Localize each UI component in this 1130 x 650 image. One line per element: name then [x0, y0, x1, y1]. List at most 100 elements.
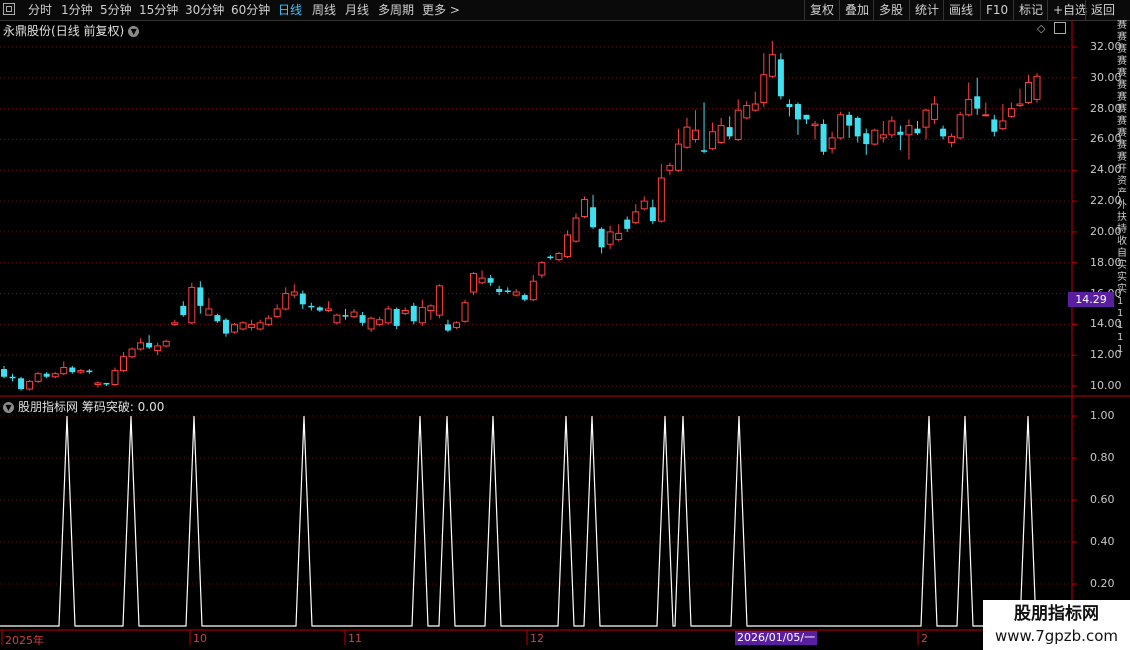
- candle-body: [393, 308, 400, 326]
- candle-body: [239, 322, 247, 330]
- candle-body: [879, 134, 887, 139]
- restore-window-icon[interactable]: [1054, 22, 1066, 34]
- candle-body: [768, 54, 776, 77]
- candle-body: [666, 165, 674, 171]
- candle-body: [51, 373, 59, 378]
- candle-body: [478, 277, 486, 284]
- candle-body: [43, 373, 50, 377]
- candle-body: [324, 308, 332, 311]
- candle-body: [854, 117, 861, 137]
- time-axis-label: 12: [530, 632, 544, 645]
- candle-body: [572, 217, 580, 242]
- candle-body: [94, 382, 102, 385]
- candle-body: [171, 322, 179, 325]
- dropdown-icon[interactable]: ▼: [128, 26, 140, 37]
- candle-body: [299, 293, 306, 305]
- candle-body: [487, 278, 494, 283]
- candle-body: [342, 315, 349, 317]
- candle-body: [205, 308, 213, 316]
- candle-body: [863, 133, 870, 145]
- candle-body: [598, 228, 605, 248]
- candle-body: [974, 96, 981, 109]
- candle-body: [120, 356, 128, 372]
- candle-body: [9, 376, 16, 379]
- candle-body: [496, 288, 503, 293]
- candle-body: [427, 305, 435, 311]
- candle-body: [256, 322, 264, 330]
- time-axis-label: 2: [921, 632, 928, 645]
- watermark-title: 股朋指标网: [1014, 604, 1099, 624]
- indicator-axis-label: 0.60: [1090, 493, 1115, 506]
- candle-body: [316, 307, 323, 311]
- candle-body: [470, 273, 478, 293]
- stock-name: 永鼎股份: [3, 24, 52, 38]
- candle-body: [401, 309, 409, 315]
- candle-body: [931, 103, 939, 120]
- candle-body: [760, 74, 768, 103]
- candle-body: [282, 293, 290, 310]
- candle-body: [69, 367, 76, 373]
- candle-body: [197, 287, 204, 306]
- candle-body: [128, 348, 136, 358]
- candle-body: [683, 126, 691, 148]
- candle-body: [18, 378, 25, 390]
- candle-body: [777, 59, 784, 97]
- candle-body: [581, 199, 589, 218]
- diamond-icon[interactable]: ◇: [1037, 22, 1045, 35]
- watermark: 股朋指标网 www.7gpzb.com: [983, 600, 1130, 650]
- candle-body: [529, 280, 537, 301]
- candle-body: [1, 369, 7, 377]
- candle-body: [649, 207, 656, 222]
- candle-body: [751, 103, 759, 111]
- candle-body: [837, 114, 845, 139]
- indicator-axis-label: 0.40: [1090, 535, 1115, 548]
- candle-body: [811, 123, 819, 127]
- side-info-strip: 赛赛赛赛赛赛赛赛赛赛赛赛开资产外扶持收自实实实1 1 1 1 1: [1117, 20, 1127, 355]
- candle-body: [290, 291, 298, 296]
- chart-area[interactable]: [0, 0, 1130, 650]
- candle-body: [640, 200, 648, 210]
- candle-body: [828, 137, 836, 150]
- indicator-line: [0, 415, 1068, 627]
- candle-body: [418, 306, 426, 324]
- indicator-dropdown-icon[interactable]: ▼: [3, 402, 14, 413]
- stock-title: 永鼎股份(日线 前复权) ▼: [3, 22, 140, 39]
- candle-body: [154, 345, 162, 352]
- candle-body: [717, 125, 725, 144]
- candle-body: [922, 109, 930, 128]
- candle-body: [965, 98, 973, 116]
- candle-body: [333, 314, 341, 324]
- candle-body: [701, 150, 708, 152]
- candle-body: [26, 380, 34, 390]
- candle-body: [384, 308, 392, 324]
- candle-body: [632, 211, 640, 224]
- chart-mode: (日线 前复权): [51, 24, 125, 38]
- candle-body: [991, 119, 998, 132]
- candle-body: [214, 315, 221, 322]
- candle-body: [606, 231, 614, 245]
- candle-body: [273, 308, 281, 318]
- candle-body: [1033, 75, 1041, 100]
- candle-body: [162, 340, 170, 347]
- candle-body: [111, 370, 119, 385]
- candle-body: [1016, 103, 1024, 107]
- candle-body: [265, 317, 273, 325]
- candle-body: [897, 131, 904, 135]
- candle-body: [786, 104, 793, 108]
- indicator-axis-label: 0.20: [1090, 577, 1115, 590]
- candle-body: [948, 135, 956, 144]
- candle-body: [734, 109, 742, 140]
- candle-body: [956, 114, 964, 139]
- candle-body: [743, 105, 751, 119]
- candle-body: [452, 322, 460, 328]
- current-price-label: 14.29: [1068, 292, 1114, 307]
- candle-body: [803, 114, 810, 120]
- candle-body: [308, 305, 315, 308]
- candle-body: [350, 311, 358, 318]
- candle-body: [504, 290, 511, 293]
- candle-body: [726, 127, 733, 137]
- candle-body: [231, 323, 239, 333]
- candle-body: [674, 143, 682, 171]
- candle-body: [590, 207, 597, 228]
- candle-body: [563, 234, 571, 258]
